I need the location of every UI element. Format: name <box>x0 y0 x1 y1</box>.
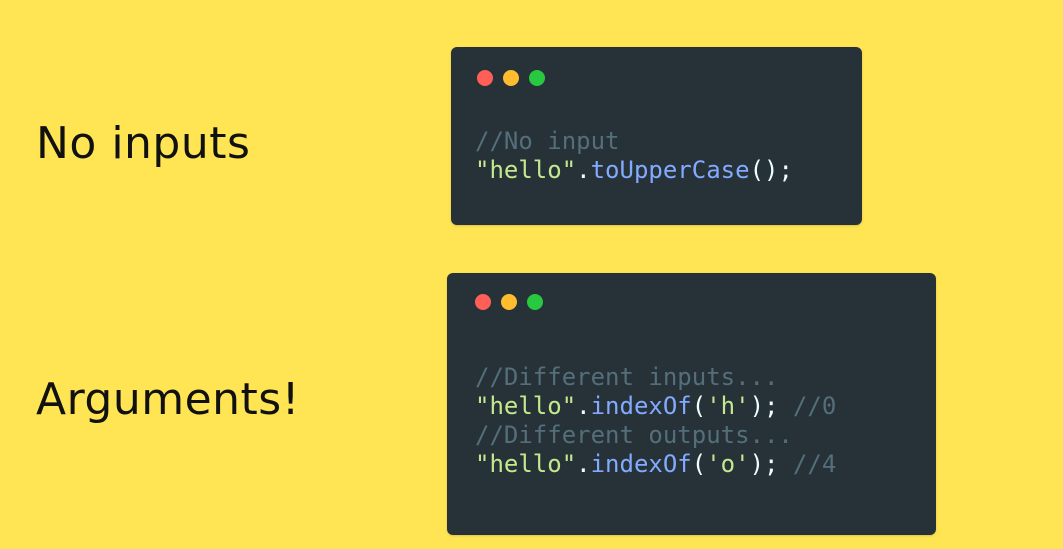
code-line-comment: //Different inputs... <box>475 363 779 391</box>
code-block: //Different inputs... "hello".indexOf('h… <box>475 363 836 479</box>
close-dot-icon[interactable] <box>477 70 493 86</box>
window-controls <box>475 294 543 310</box>
maximize-dot-icon[interactable] <box>527 294 543 310</box>
close-dot-icon[interactable] <box>475 294 491 310</box>
section-label-arguments: Arguments! <box>36 374 300 425</box>
maximize-dot-icon[interactable] <box>529 70 545 86</box>
code-line-comment: //No input <box>475 127 620 155</box>
code-window-arguments: //Different inputs... "hello".indexOf('h… <box>447 273 936 535</box>
code-window-no-input: //No input "hello".toUpperCase(); <box>451 47 862 225</box>
code-line-statement: "hello".toUpperCase(); <box>475 156 793 184</box>
code-line-statement: "hello".indexOf('o'); //4 <box>475 450 837 478</box>
code-line-comment: //Different outputs... <box>475 421 793 449</box>
code-block: //No input "hello".toUpperCase(); <box>475 127 793 185</box>
section-label-no-inputs: No inputs <box>36 118 251 169</box>
code-line-statement: "hello".indexOf('h'); //0 <box>475 392 837 420</box>
minimize-dot-icon[interactable] <box>501 294 517 310</box>
minimize-dot-icon[interactable] <box>503 70 519 86</box>
window-controls <box>477 70 545 86</box>
